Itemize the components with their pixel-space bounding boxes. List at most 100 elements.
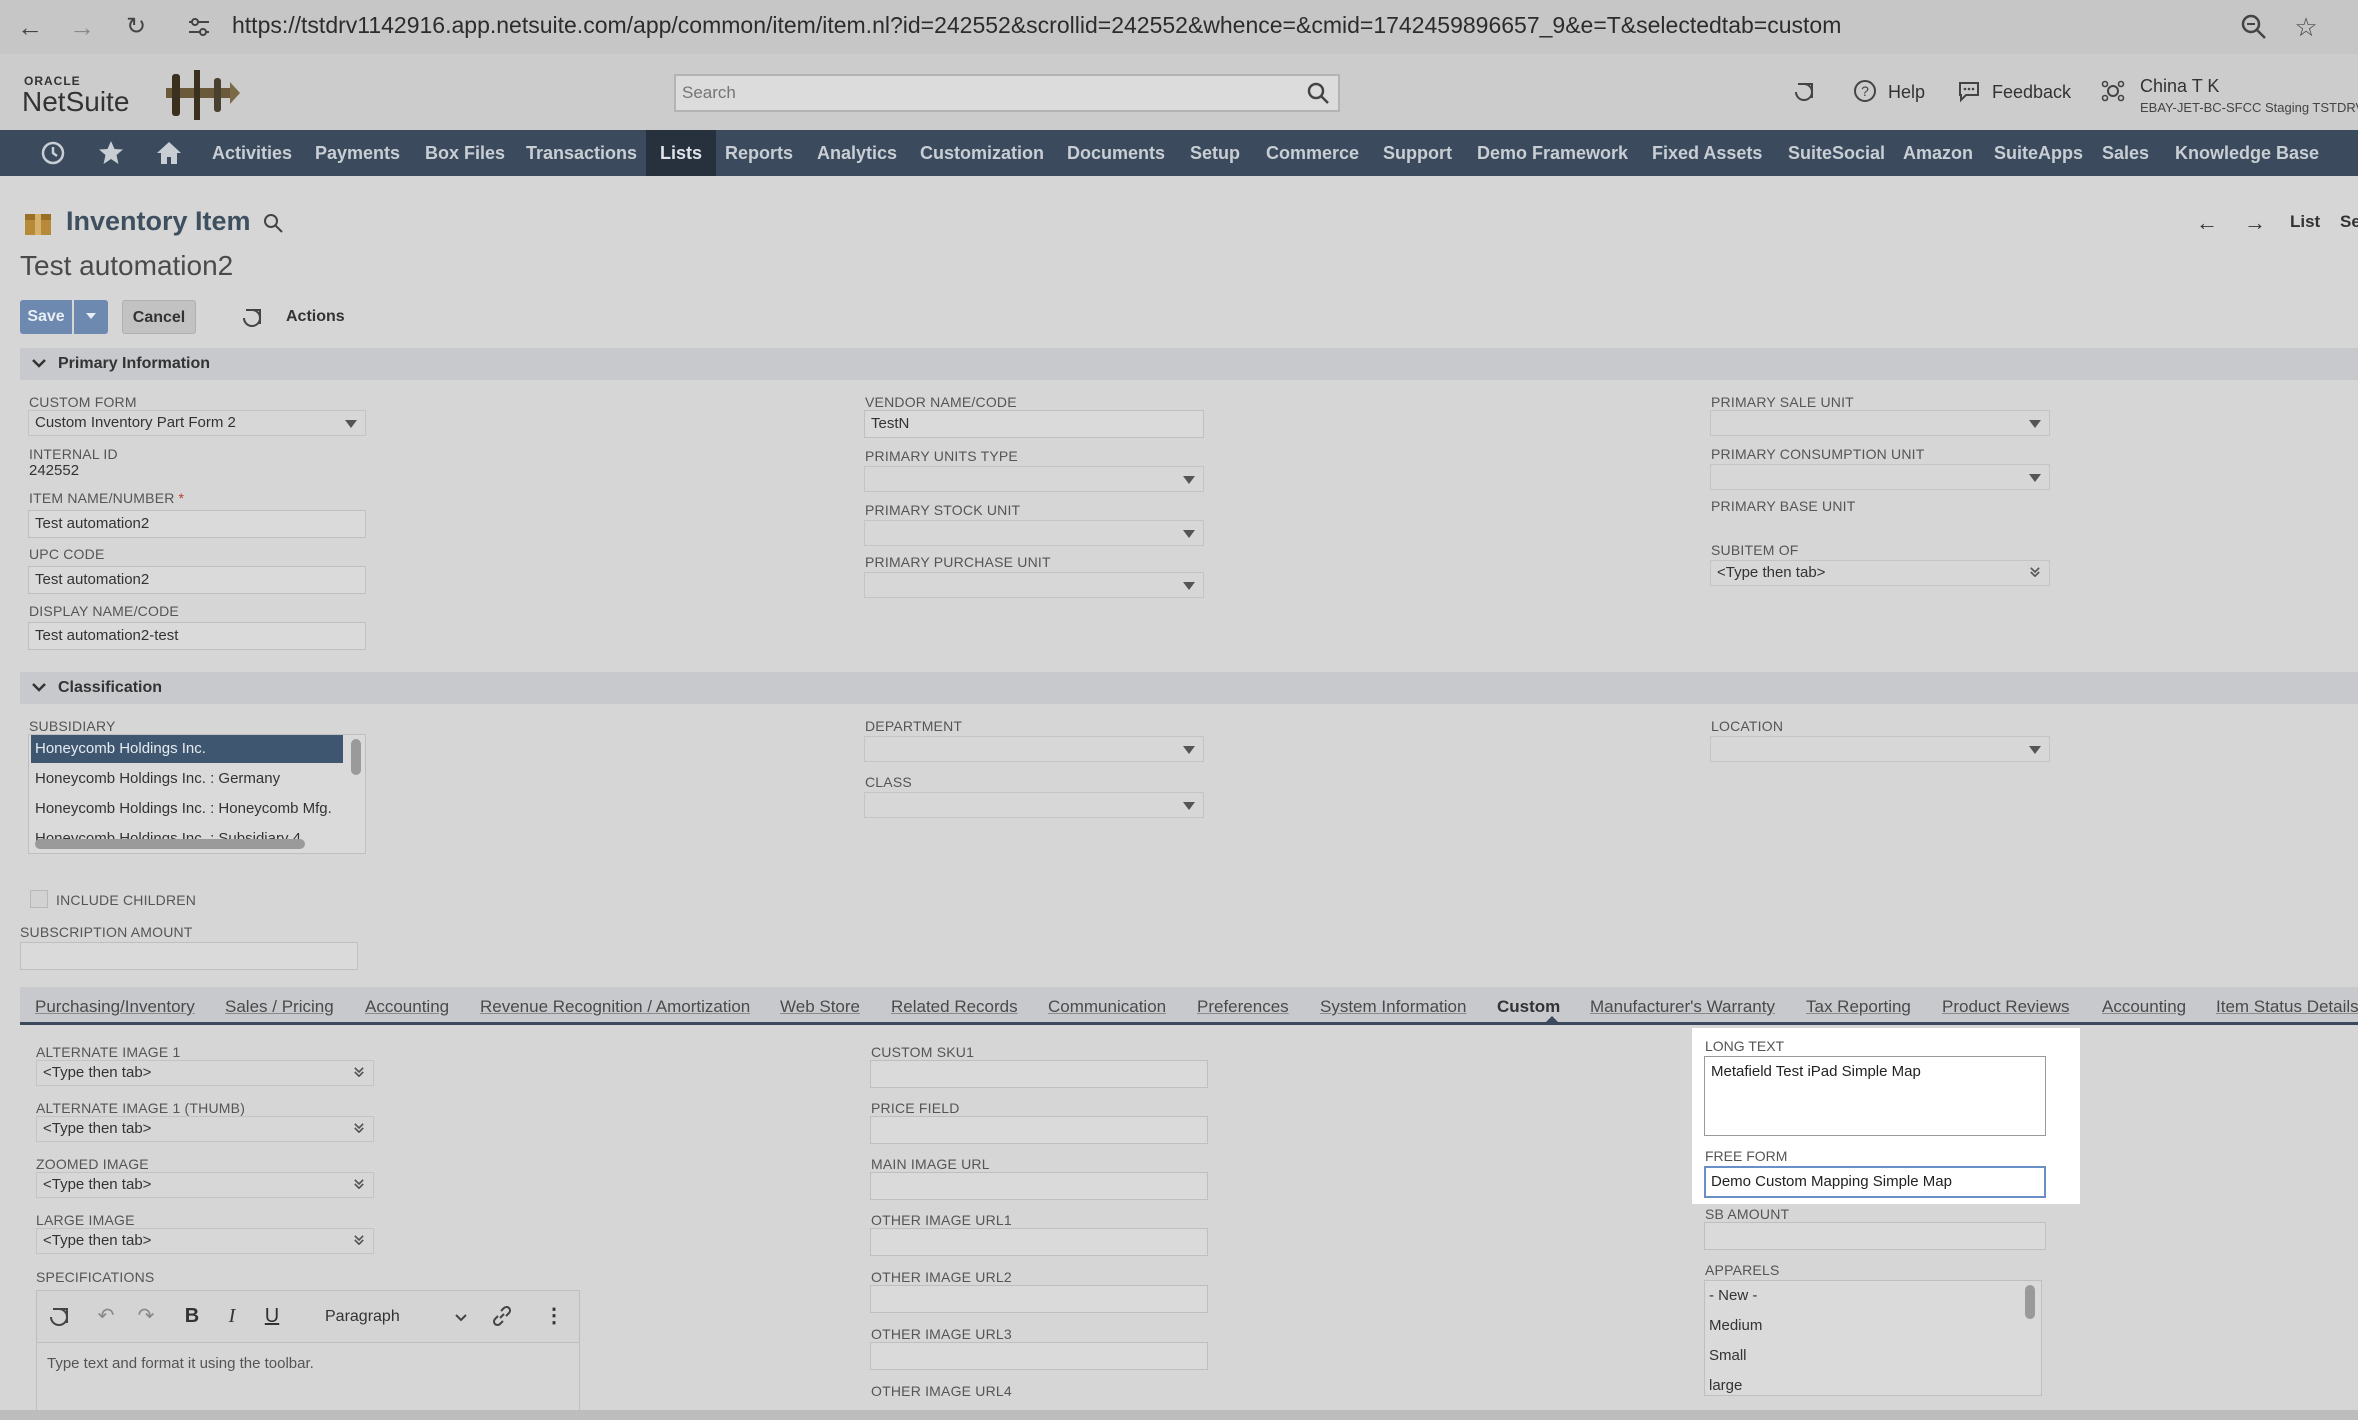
nav-amazon[interactable]: Amazon (1903, 130, 1973, 176)
item-name-input[interactable]: Test automation2 (28, 510, 366, 538)
primary-consumption-unit-select[interactable] (1710, 464, 2050, 490)
search-icon[interactable] (1306, 81, 1330, 105)
list-item[interactable]: Honeycomb Holdings Inc. : Honeycomb Mfg. (31, 795, 343, 823)
recent-clock-icon[interactable] (38, 138, 68, 168)
actions-menu[interactable]: Actions (286, 308, 345, 326)
bookmark-star-icon[interactable]: ☆ (2288, 9, 2324, 45)
tab-accounting-2[interactable]: Accounting (2102, 997, 2186, 1017)
url-bar[interactable]: https://tstdrv1142916.app.netsuite.com/a… (232, 12, 1841, 39)
list-item[interactable]: - New - (1709, 1287, 1757, 1304)
display-name-input[interactable]: Test automation2-test (28, 622, 366, 650)
tab-preferences[interactable]: Preferences (1197, 997, 1289, 1017)
long-text-textarea[interactable]: Metafield Test iPad Simple Map (1704, 1056, 2046, 1136)
recent-records-icon[interactable] (1792, 78, 1818, 104)
subsidiary-multiselect[interactable]: Honeycomb Holdings Inc. Honeycomb Holdin… (28, 734, 366, 854)
help-icon[interactable]: ? (1852, 78, 1878, 104)
alternate-image-thumb-select[interactable]: <Type then tab> (36, 1116, 374, 1142)
global-search-input[interactable] (680, 80, 1280, 106)
nav-activities[interactable]: Activities (212, 130, 292, 176)
cancel-button[interactable]: Cancel (122, 300, 196, 334)
nav-support[interactable]: Support (1383, 130, 1452, 176)
vendor-name-input[interactable]: TestN (864, 410, 1204, 438)
tab-custom[interactable]: Custom (1497, 997, 1560, 1017)
primary-stock-unit-select[interactable] (864, 520, 1204, 546)
restore-icon[interactable] (47, 1303, 73, 1329)
list-item[interactable]: Small (1709, 1347, 1747, 1364)
recent-records-icon[interactable] (240, 304, 266, 330)
forward-arrow-icon[interactable]: → (64, 9, 100, 45)
nav-suiteapps[interactable]: SuiteApps (1994, 130, 2083, 176)
nav-sales[interactable]: Sales (2102, 130, 2149, 176)
redo-icon[interactable]: ↷ (133, 1303, 159, 1329)
nav-fixed-assets[interactable]: Fixed Assets (1652, 130, 1762, 176)
tab-accounting[interactable]: Accounting (365, 997, 449, 1017)
include-children-checkbox[interactable] (30, 890, 48, 908)
next-record-icon[interactable]: → (2244, 210, 2266, 236)
list-item[interactable]: Honeycomb Holdings Inc. : Germany (31, 765, 343, 793)
nav-suitesocial[interactable]: SuiteSocial (1788, 130, 1885, 176)
user-role-icon[interactable] (2100, 78, 2126, 104)
site-settings-icon[interactable] (186, 14, 212, 40)
nav-lists[interactable]: Lists (646, 130, 717, 176)
primary-units-type-select[interactable] (864, 466, 1204, 492)
large-image-select[interactable]: <Type then tab> (36, 1228, 374, 1254)
feedback-icon[interactable] (1956, 78, 1982, 104)
primary-information-header[interactable]: Primary Information (20, 348, 2358, 380)
previous-record-icon[interactable]: ← (2196, 210, 2218, 236)
other-image-url3-input[interactable] (870, 1342, 1208, 1370)
nav-commerce[interactable]: Commerce (1266, 130, 1359, 176)
nav-demo-framework[interactable]: Demo Framework (1477, 130, 1628, 176)
tab-product-reviews[interactable]: Product Reviews (1942, 997, 2070, 1017)
reload-icon[interactable]: ↻ (118, 9, 154, 45)
link-icon[interactable] (489, 1303, 515, 1329)
nav-transactions[interactable]: Transactions (526, 130, 637, 176)
underline-icon[interactable]: U (259, 1303, 285, 1329)
primary-purchase-unit-select[interactable] (864, 572, 1204, 598)
main-image-url-input[interactable] (870, 1172, 1208, 1200)
save-button[interactable]: Save (20, 300, 72, 334)
alternate-image-select[interactable]: <Type then tab> (36, 1060, 374, 1086)
tab-revenue-recognition[interactable]: Revenue Recognition / Amortization (480, 997, 750, 1017)
price-field-input[interactable] (870, 1116, 1208, 1144)
subscription-amount-input[interactable] (20, 942, 358, 970)
tab-tax-reporting[interactable]: Tax Reporting (1806, 997, 1911, 1017)
list-item[interactable]: Medium (1709, 1317, 1762, 1334)
primary-sale-unit-select[interactable] (1710, 410, 2050, 436)
nav-analytics[interactable]: Analytics (817, 130, 897, 176)
tab-web-store[interactable]: Web Store (780, 997, 860, 1017)
list-item[interactable]: large (1709, 1377, 1742, 1394)
tab-manufacturers-warranty[interactable]: Manufacturer's Warranty (1590, 997, 1775, 1017)
vertical-scrollbar[interactable] (2025, 1285, 2035, 1319)
favorites-star-icon[interactable] (96, 138, 126, 168)
zoom-icon[interactable] (2240, 13, 2268, 41)
nav-setup[interactable]: Setup (1190, 130, 1240, 176)
back-arrow-icon[interactable]: ← (12, 9, 48, 45)
netsuite-logo[interactable]: NetSuite (22, 86, 129, 118)
nav-reports[interactable]: Reports (725, 130, 793, 176)
other-image-url1-input[interactable] (870, 1228, 1208, 1256)
search-icon[interactable] (262, 212, 284, 234)
search-link[interactable]: Se (2340, 212, 2358, 232)
nav-documents[interactable]: Documents (1067, 130, 1165, 176)
nav-customization[interactable]: Customization (920, 130, 1044, 176)
tab-sales-pricing[interactable]: Sales / Pricing (225, 997, 334, 1017)
horizontal-scrollbar[interactable] (0, 1410, 2358, 1420)
italic-icon[interactable]: I (219, 1303, 245, 1329)
nav-box-files[interactable]: Box Files (425, 130, 505, 176)
tab-item-status-details[interactable]: Item Status Details (2216, 997, 2358, 1017)
free-form-input[interactable]: Demo Custom Mapping Simple Map (1704, 1166, 2046, 1198)
undo-icon[interactable]: ↶ (93, 1303, 119, 1329)
zoomed-image-select[interactable]: <Type then tab> (36, 1172, 374, 1198)
apparels-multiselect[interactable]: - New - Medium Small large (1704, 1280, 2042, 1396)
feedback-link[interactable]: Feedback (1992, 82, 2071, 103)
class-select[interactable] (864, 792, 1204, 818)
nav-payments[interactable]: Payments (315, 130, 400, 176)
sb-amount-input[interactable] (1704, 1222, 2046, 1250)
help-link[interactable]: Help (1888, 82, 1925, 103)
upc-code-input[interactable]: Test automation2 (28, 566, 366, 594)
custom-form-select[interactable]: Custom Inventory Part Form 2 (28, 410, 366, 436)
horizontal-scrollbar[interactable] (35, 839, 305, 849)
tab-related-records[interactable]: Related Records (891, 997, 1018, 1017)
subitem-of-select[interactable]: <Type then tab> (1710, 560, 2050, 586)
classification-header[interactable]: Classification (20, 672, 2358, 704)
